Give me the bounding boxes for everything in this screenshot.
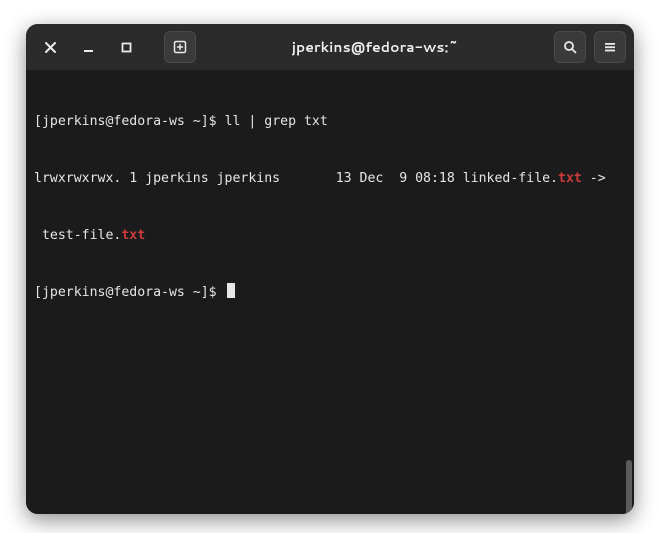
titlebar-right — [554, 31, 626, 63]
output-text: test-file. — [34, 228, 121, 243]
prompt: [jperkins@fedora-ws ~]$ — [34, 114, 225, 129]
terminal-line: test-file.txt — [34, 226, 626, 245]
minimize-button[interactable] — [72, 31, 104, 63]
prompt: [jperkins@fedora-ws ~]$ — [34, 285, 225, 300]
scrollbar-thumb[interactable] — [626, 460, 632, 514]
close-icon — [45, 42, 56, 53]
terminal-line: lrwxrwxrwx. 1 jperkins jperkins 13 Dec 9… — [34, 169, 626, 188]
new-tab-button[interactable] — [164, 31, 196, 63]
close-button[interactable] — [34, 31, 66, 63]
terminal-line: [jperkins@fedora-ws ~]$ ll | grep txt — [34, 112, 626, 131]
maximize-icon — [121, 42, 132, 53]
terminal-line: [jperkins@fedora-ws ~]$ — [34, 283, 626, 302]
terminal-window: jperkins@fedora-ws:~ [jperkins@fedora-ws… — [26, 24, 634, 514]
titlebar: jperkins@fedora-ws:~ — [26, 24, 634, 70]
menu-button[interactable] — [594, 31, 626, 63]
maximize-button[interactable] — [110, 31, 142, 63]
output-text: lrwxrwxrwx. 1 jperkins jperkins 13 Dec 9… — [34, 171, 558, 186]
terminal-viewport[interactable]: [jperkins@fedora-ws ~]$ ll | grep txt lr… — [26, 70, 634, 514]
window-title: jperkins@fedora-ws:~ — [202, 37, 548, 57]
cursor — [227, 283, 235, 298]
grep-match: txt — [121, 228, 145, 243]
search-button[interactable] — [554, 31, 586, 63]
minimize-icon — [83, 42, 94, 53]
search-icon — [563, 40, 577, 54]
command-text: ll | grep txt — [225, 114, 328, 129]
hamburger-icon — [603, 40, 617, 54]
grep-match: txt — [558, 171, 582, 186]
output-text: -> — [582, 171, 606, 186]
new-tab-icon — [173, 40, 187, 54]
